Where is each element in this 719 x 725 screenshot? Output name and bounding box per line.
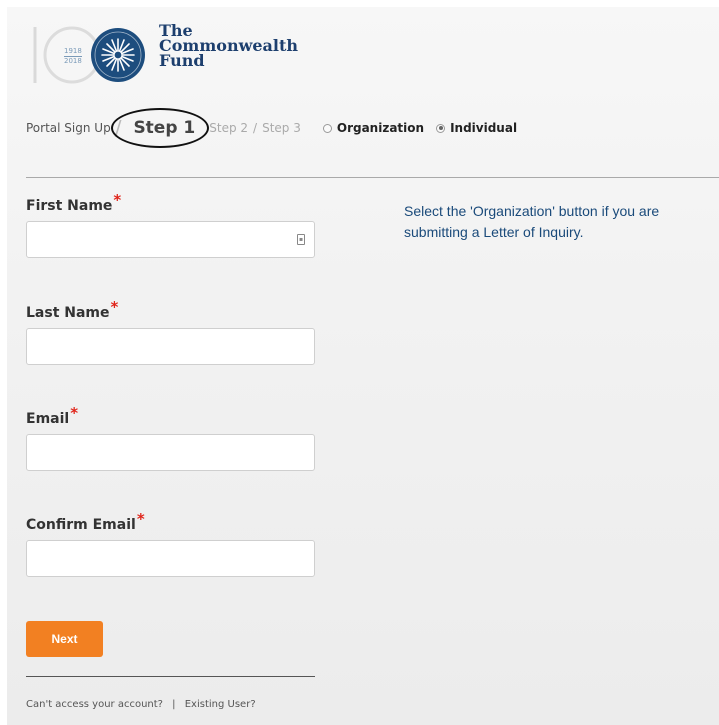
required-asterisk: *	[113, 191, 122, 209]
email-field: Email*	[26, 404, 315, 471]
footer-separator: |	[172, 699, 176, 710]
individual-radio[interactable]: Individual	[436, 121, 517, 135]
organization-radio[interactable]: Organization	[322, 121, 425, 135]
next-button[interactable]: Next	[26, 621, 103, 657]
logo-wordmark: The Commonwealth Fund	[159, 21, 298, 70]
centennial-100-icon	[33, 26, 145, 84]
radio-checked-icon[interactable]	[436, 123, 446, 133]
required-asterisk: *	[70, 404, 79, 422]
first-name-label: First Name*	[26, 191, 122, 214]
step-separator: /	[253, 121, 258, 135]
signup-steps: Portal Sign Up / Step 1 Step 2 / Step 3 …	[26, 108, 529, 148]
last-name-input[interactable]	[26, 328, 315, 365]
cant-access-account-link[interactable]: Can't access your account?	[26, 699, 163, 710]
portal-page: 1918 2018 The Commonwealth Fund Portal S…	[7, 7, 719, 725]
individual-radio-label: Individual	[450, 121, 518, 135]
logo-years: 1918 2018	[64, 47, 82, 65]
footer-links: Can't access your account? | Existing Us…	[26, 699, 256, 710]
step-current: Step 1	[111, 108, 210, 148]
step-1-label: Step 1	[133, 118, 196, 138]
breadcrumb-separator: /	[114, 116, 122, 140]
last-name-field: Last Name*	[26, 298, 315, 365]
confirm-email-input[interactable]	[26, 540, 315, 577]
required-asterisk: *	[110, 298, 119, 316]
organization-radio-label: Organization	[336, 121, 425, 135]
last-name-label: Last Name*	[26, 298, 119, 321]
required-asterisk: *	[136, 510, 145, 528]
step-3-label: Step 3	[262, 121, 301, 135]
account-type-radio-group: Organization Individual	[322, 121, 529, 135]
breadcrumb-portal-sign-up[interactable]: Portal Sign Up	[26, 121, 111, 135]
commonwealth-fund-logo: 1918 2018 The Commonwealth Fund	[26, 19, 326, 89]
first-name-field: First Name* ▪	[26, 191, 315, 258]
footer-divider	[26, 676, 315, 677]
confirm-email-field: Confirm Email*	[26, 510, 315, 577]
first-name-input[interactable]: ▪	[26, 221, 315, 258]
email-input[interactable]	[26, 434, 315, 471]
confirm-email-label: Confirm Email*	[26, 510, 145, 533]
email-label: Email*	[26, 404, 79, 427]
header-divider	[26, 177, 719, 178]
step-2-label: Step 2	[209, 121, 249, 135]
organization-help-text: Select the 'Organization' button if you …	[404, 203, 660, 240]
contact-card-icon[interactable]: ▪	[297, 234, 305, 245]
existing-user-link[interactable]: Existing User?	[185, 699, 256, 710]
radio-unchecked-icon[interactable]	[322, 123, 332, 133]
